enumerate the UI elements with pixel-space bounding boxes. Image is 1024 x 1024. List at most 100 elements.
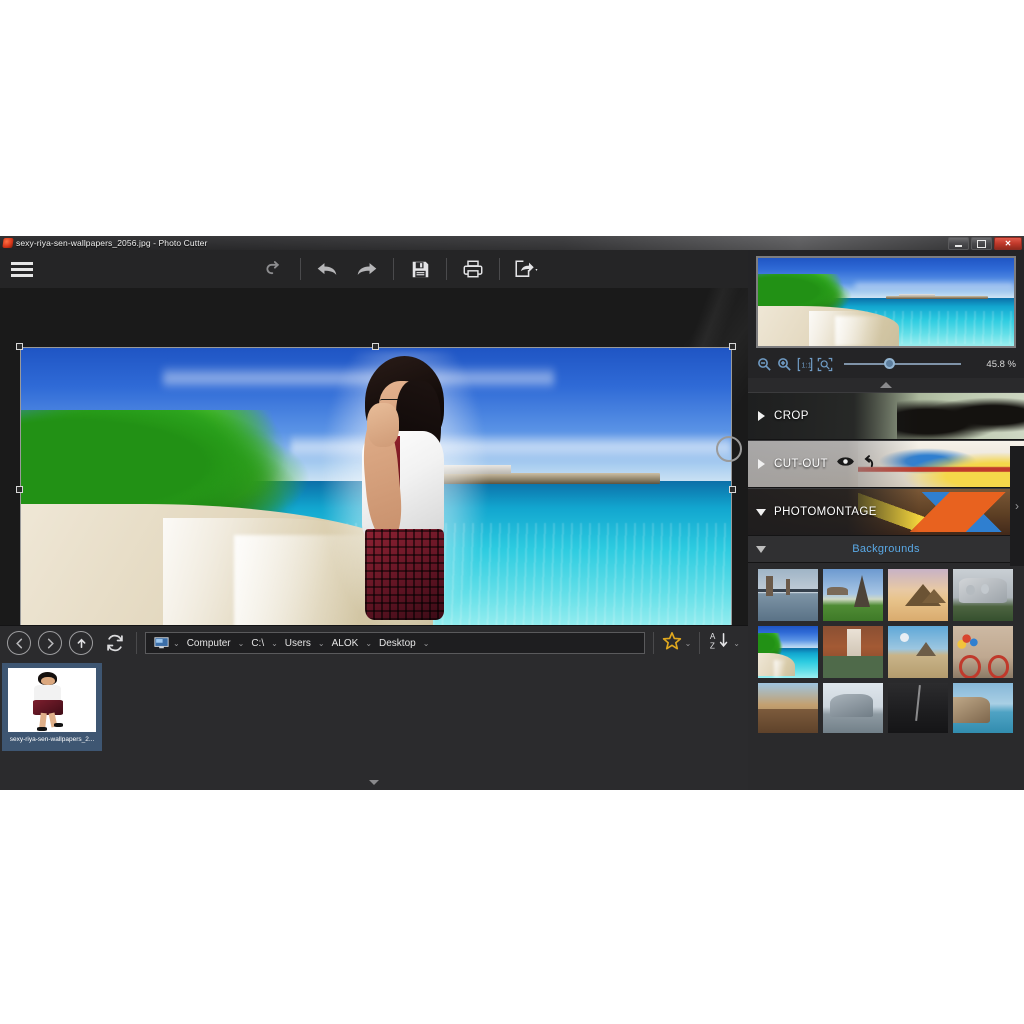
breadcrumb-item-computer[interactable]: Computer [182,638,236,649]
panel-section-crop[interactable]: CROP [748,392,1024,440]
person-cutout[interactable] [322,351,487,625]
undo-icon[interactable] [861,454,876,474]
collapse-browser-chevron-icon[interactable] [0,776,748,788]
toolbar-separator [300,258,301,280]
refresh-button[interactable] [102,630,128,656]
breadcrumb-chevron-3[interactable]: ⌄ [316,639,327,648]
sort-control[interactable]: A Z ⌄ [708,631,740,656]
section-label-cutout: CUT-OUT [774,458,828,470]
resize-handle-mr[interactable] [729,485,736,493]
eye-icon[interactable] [837,455,854,473]
background-thumb-mount-rushmore[interactable] [953,569,1013,621]
breadcrumb-chevron-5[interactable]: ⌄ [421,639,432,648]
svg-text:1:1: 1:1 [801,360,811,369]
background-thumb-waterfall[interactable] [823,626,883,678]
zoom-in-icon[interactable] [776,356,793,373]
collapse-backgrounds-triangle-icon[interactable] [748,545,774,553]
breadcrumb-chevron-4[interactable]: ⌄ [363,639,374,648]
app-flame-icon [2,238,14,248]
window-controls: ✕ [948,237,1022,250]
section-label-crop: CROP [774,410,809,422]
backgrounds-grid[interactable] [748,563,1024,733]
list-item[interactable]: sexy-riya-sen-wallpapers_2... [2,663,102,751]
expand-crop-triangle-icon[interactable] [748,411,774,421]
panel-section-cutout[interactable]: CUT-OUT [748,440,1024,488]
background-thumb-canyon[interactable] [758,683,818,733]
favorites-dropdown-chevron[interactable]: ⌄ [685,639,692,648]
fit-to-window-icon[interactable] [816,356,833,373]
composite-image[interactable] [20,347,732,625]
background-thumb-rocky-mountain[interactable] [823,683,883,733]
resize-handle-tr[interactable] [729,343,736,350]
reset-button[interactable] [254,250,294,288]
section-label-photomontage: PHOTOMONTAGE [774,506,877,518]
cutout-section-icons [837,454,876,474]
sort-az-icon[interactable]: A Z [708,631,730,656]
background-thumb-pyramids[interactable] [888,569,948,621]
actual-size-icon[interactable]: 1:1 [796,356,813,373]
breadcrumb-chevron-2[interactable]: ⌄ [269,639,280,648]
close-icon: ✕ [1004,238,1012,248]
tab-backgrounds[interactable]: Backgrounds [748,536,1024,563]
toolbar-separator [699,632,701,654]
export-button[interactable] [506,250,546,288]
rotate-handle-icon[interactable] [716,436,742,462]
title-bar[interactable]: sexy-riya-sen-wallpapers_2056.jpg - Phot… [0,236,1024,250]
computer-monitor-icon[interactable] [150,637,171,649]
collapse-navigator-chevron-icon[interactable] [748,378,1024,392]
zoom-slider-knob[interactable] [883,358,895,369]
background-thumb-eiffel-tower[interactable] [823,569,883,621]
save-button[interactable] [400,250,440,288]
breadcrumb-chevron-1[interactable]: ⌄ [236,639,247,648]
background-thumb-dark-scene[interactable] [888,683,948,733]
up-button[interactable] [69,631,93,655]
toolbar-separator [499,258,500,280]
expand-cutout-triangle-icon[interactable] [748,459,774,469]
minimize-button[interactable] [948,237,969,250]
background-thumb-bicycle-wall[interactable] [953,626,1013,678]
hamburger-menu-icon[interactable] [0,250,44,288]
canvas-selection[interactable] [16,343,736,625]
forward-button[interactable] [38,631,62,655]
maximize-button[interactable] [971,237,992,250]
navigator-panel: 1:1 45.8 % [748,250,1024,378]
toolbar-separator [652,632,654,654]
resize-handle-tc[interactable] [372,343,379,350]
breadcrumb-item-c-drive[interactable]: C:\ [246,638,269,649]
favorites-control[interactable]: ⌄ [662,631,692,656]
print-button[interactable] [453,250,493,288]
breadcrumb-item-desktop[interactable]: Desktop [374,638,421,649]
right-panel: 1:1 45.8 % CROP CUT-OUT PHOTOMONTAGE Bac… [748,250,1024,790]
breadcrumb-item-users[interactable]: Users [280,638,316,649]
navigator-preview[interactable] [756,256,1016,348]
background-thumb-coastal-cliffs[interactable] [953,683,1013,733]
toolbar-separator [136,632,137,654]
path-breadcrumb[interactable]: ⌄ Computer ⌄ C:\ ⌄ Users ⌄ ALOK ⌄ Deskto… [145,632,645,654]
redo-button[interactable] [347,250,387,288]
back-button[interactable] [7,631,31,655]
resize-handle-ml[interactable] [16,485,23,493]
plaid-skirt [364,529,445,620]
favorites-star-icon[interactable] [662,631,682,656]
breadcrumb-item-alok[interactable]: ALOK [327,638,364,649]
collapse-photomontage-triangle-icon[interactable] [748,508,774,516]
expand-panel-chevron-icon[interactable]: › [1010,446,1024,566]
panel-section-photomontage[interactable]: PHOTOMONTAGE [748,488,1024,536]
background-thumb-tropical-beach[interactable] [758,626,818,678]
background-thumb-bridge[interactable] [758,569,818,621]
hands [367,403,399,448]
zoom-controls: 1:1 45.8 % [756,348,1016,377]
breadcrumb-chevron-0[interactable]: ⌄ [171,639,182,648]
close-button[interactable]: ✕ [994,237,1022,250]
canvas-workspace[interactable] [0,288,748,625]
resize-handle-tl[interactable] [16,343,23,350]
expand-panel-label: › [1015,499,1019,513]
zoom-out-icon[interactable] [756,356,773,373]
toolbar-separator [446,258,447,280]
zoom-slider[interactable] [844,357,961,371]
tab-backgrounds-label: Backgrounds [852,543,920,555]
undo-button[interactable] [307,250,347,288]
file-browser-panel[interactable]: sexy-riya-sen-wallpapers_2... [0,659,748,790]
sort-dropdown-chevron[interactable]: ⌄ [733,639,740,648]
background-thumb-desert-road[interactable] [888,626,948,678]
